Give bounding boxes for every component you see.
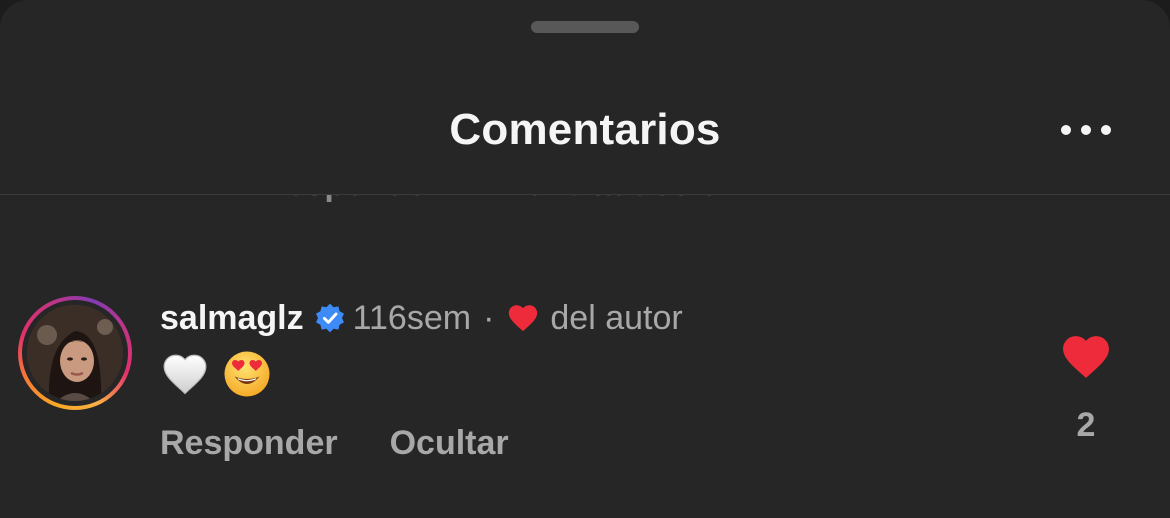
comment-timestamp: 116sem: [352, 298, 472, 337]
verified-badge-icon: [315, 303, 344, 333]
hide-button[interactable]: Ocultar: [390, 424, 509, 463]
heart-icon[interactable]: [1061, 334, 1111, 380]
profile-photo: [27, 305, 123, 401]
comment-item: salmaglz 116sem · del autor: [160, 296, 683, 402]
avatar[interactable]: [18, 296, 132, 410]
comment-username[interactable]: salmaglz: [160, 299, 304, 338]
more-options-button[interactable]: [1058, 112, 1114, 148]
author-like-label: del autor: [550, 298, 683, 337]
like-count[interactable]: 2: [1077, 406, 1096, 445]
comment-text: [160, 346, 683, 402]
white-heart-emoji-icon: [163, 354, 207, 395]
comments-sheet: Comentarios Responder Ver traducción: [0, 0, 1170, 518]
previous-reply-link[interactable]: Responder: [262, 195, 440, 204]
meta-separator: ·: [483, 298, 495, 337]
like-column: 2: [1050, 334, 1122, 445]
more-dot: [1101, 125, 1111, 135]
sheet-grabber[interactable]: [531, 21, 639, 33]
comment-actions: Responder Ocultar: [160, 424, 509, 463]
more-dot: [1081, 125, 1091, 135]
heart-eyes-emoji-icon: [224, 351, 270, 397]
previous-translate-link[interactable]: Ver traducción: [505, 195, 741, 204]
previous-comment-actions: Responder Ver traducción: [0, 164, 1170, 204]
reply-button[interactable]: Responder: [160, 424, 338, 463]
page-title: Comentarios: [449, 105, 721, 154]
author-like-heart-icon: [509, 305, 538, 332]
header-divider: [0, 194, 1170, 195]
more-horizontal-icon: [1061, 125, 1071, 135]
